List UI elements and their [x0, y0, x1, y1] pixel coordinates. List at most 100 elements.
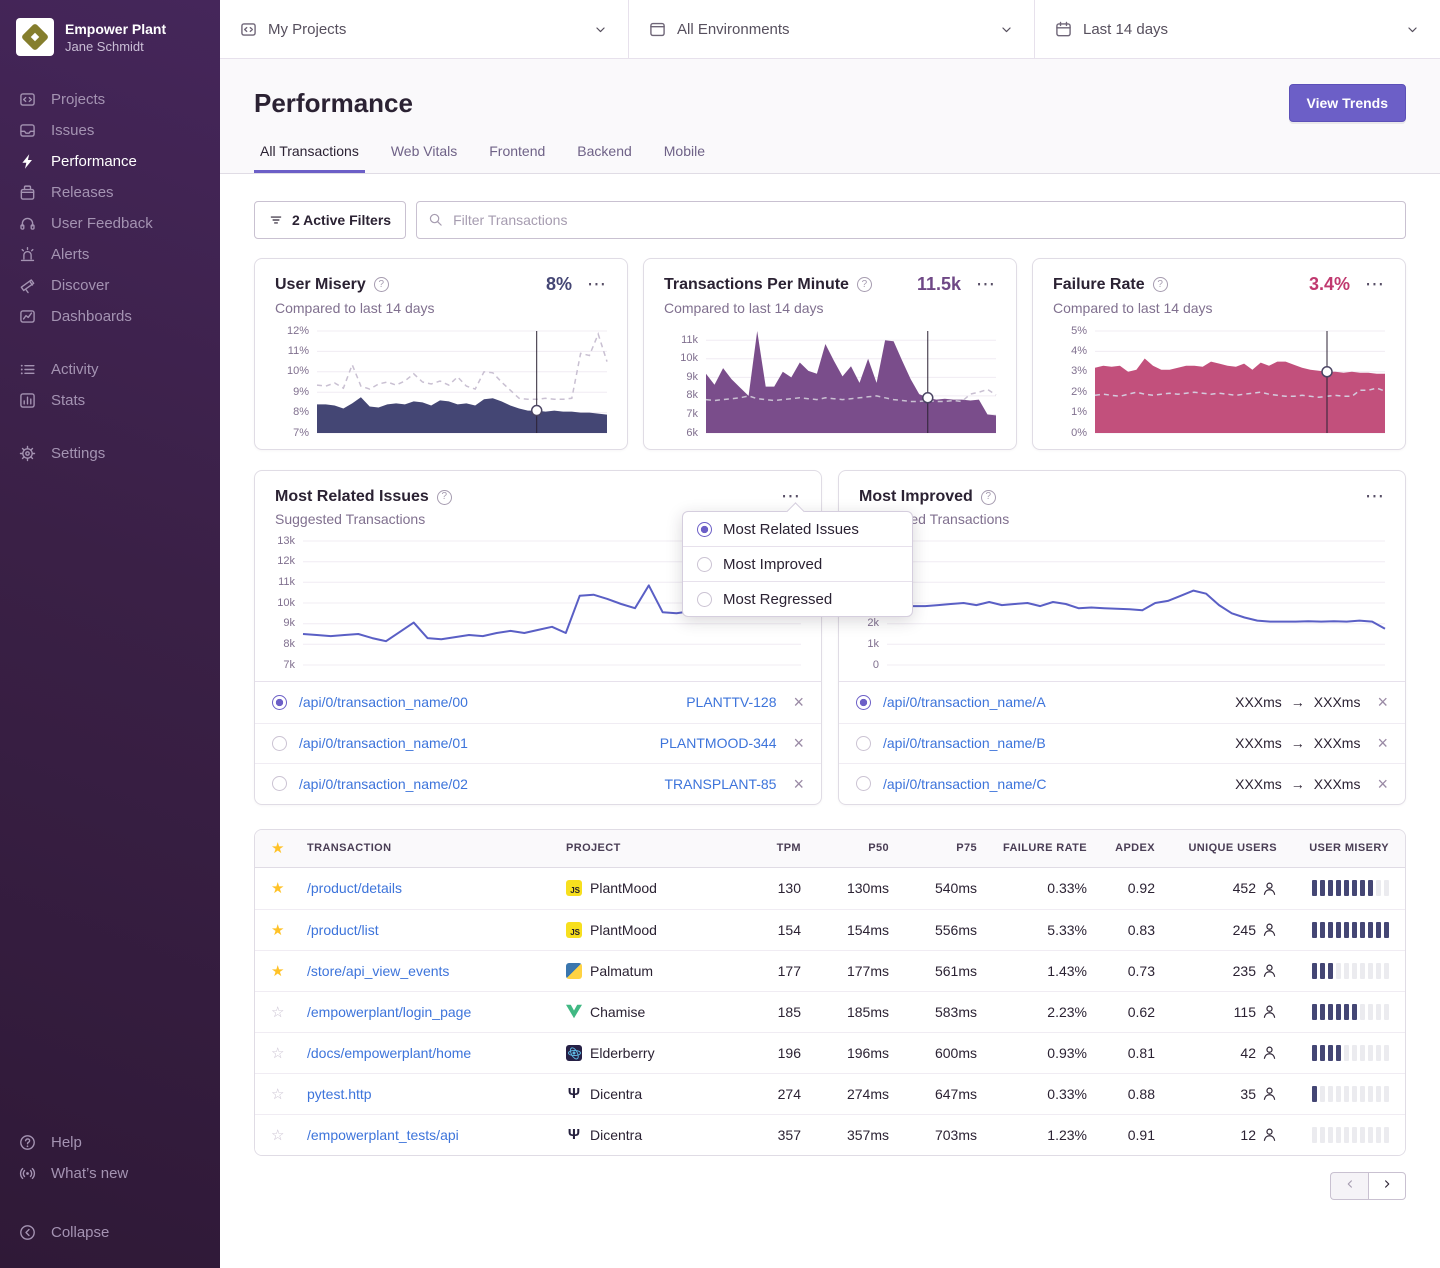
- next-page-button[interactable]: [1368, 1172, 1406, 1200]
- tab-mobile[interactable]: Mobile: [658, 143, 711, 173]
- radio-icon[interactable]: [697, 522, 712, 537]
- sidebar-item-projects[interactable]: Projects: [0, 84, 220, 115]
- close-icon[interactable]: ×: [793, 734, 804, 752]
- transaction-link[interactable]: /product/details: [307, 880, 566, 896]
- help-icon[interactable]: ?: [437, 490, 452, 505]
- org-switcher[interactable]: Empower Plant Jane Schmidt: [0, 14, 220, 60]
- view-trends-button[interactable]: View Trends: [1289, 84, 1406, 122]
- star-toggle[interactable]: ★: [271, 962, 307, 980]
- radio-icon[interactable]: [856, 695, 871, 710]
- card-menu-button[interactable]: ⋯: [1365, 279, 1385, 290]
- card-menu-button[interactable]: ⋯: [1365, 491, 1385, 502]
- radio-icon[interactable]: [272, 736, 287, 751]
- radio-icon[interactable]: [697, 557, 712, 572]
- radio-icon[interactable]: [856, 776, 871, 791]
- sidebar-item-alerts[interactable]: Alerts: [0, 239, 220, 270]
- card-menu-button[interactable]: ⋯: [976, 279, 996, 290]
- help-icon[interactable]: ?: [857, 277, 872, 292]
- close-icon[interactable]: ×: [793, 693, 804, 711]
- menu-item-most-regressed[interactable]: Most Regressed: [683, 581, 912, 616]
- user-misery-chart[interactable]: [317, 331, 607, 433]
- star-toggle[interactable]: ☆: [271, 1085, 307, 1103]
- col-failure-rate[interactable]: FAILURE RATE: [977, 842, 1087, 854]
- help-icon[interactable]: ?: [1153, 277, 1168, 292]
- sidebar-collapse-button[interactable]: Collapse: [0, 1217, 220, 1248]
- tab-backend[interactable]: Backend: [571, 143, 637, 173]
- star-toggle[interactable]: ★: [271, 921, 307, 939]
- card-value: 8%: [546, 274, 572, 295]
- tab-frontend[interactable]: Frontend: [483, 143, 551, 173]
- issue-link[interactable]: PLANTMOOD-344: [660, 735, 777, 751]
- transaction-link[interactable]: /store/api_view_events: [307, 963, 566, 979]
- transaction-link[interactable]: /empowerplant/login_page: [307, 1004, 566, 1020]
- col-apdex[interactable]: APDEX: [1087, 842, 1155, 854]
- transaction-link[interactable]: pytest.http: [307, 1086, 566, 1102]
- sidebar-item-issues[interactable]: Issues: [0, 115, 220, 146]
- transaction-link[interactable]: /empowerplant_tests/api: [307, 1127, 566, 1143]
- sidebar-item-label: Issues: [51, 122, 94, 139]
- topbar-dropdown-last-14-days[interactable]: Last 14 days: [1035, 0, 1440, 58]
- star-toggle[interactable]: ☆: [271, 1003, 307, 1021]
- sidebar-item-performance[interactable]: Performance: [0, 146, 220, 177]
- sidebar-item-stats[interactable]: Stats: [0, 385, 220, 416]
- p50-value: 357ms: [801, 1127, 889, 1143]
- close-icon[interactable]: ×: [1377, 734, 1388, 752]
- radio-icon[interactable]: [272, 776, 287, 791]
- sidebar-item-releases[interactable]: Releases: [0, 177, 220, 208]
- transaction-link[interactable]: /docs/empowerplant/home: [307, 1045, 566, 1061]
- transaction-link[interactable]: /product/list: [307, 922, 566, 938]
- topbar-dropdown-all-environments[interactable]: All Environments: [629, 0, 1035, 58]
- sidebar-item-dashboards[interactable]: Dashboards: [0, 301, 220, 332]
- col-unique-users[interactable]: UNIQUE USERS: [1155, 842, 1277, 854]
- sidebar-item-help[interactable]: Help: [0, 1127, 220, 1158]
- transaction-link[interactable]: /api/0/transaction_name/00: [299, 694, 674, 710]
- issue-link[interactable]: TRANSPLANT-85: [664, 776, 776, 792]
- col-transaction[interactable]: TRANSACTION: [307, 842, 566, 854]
- user-icon: [1262, 1086, 1277, 1101]
- card-menu-button[interactable]: ⋯: [587, 279, 607, 290]
- failure-rate-chart[interactable]: [1095, 331, 1385, 433]
- star-toggle[interactable]: ☆: [271, 1044, 307, 1062]
- tpm-chart[interactable]: [706, 331, 996, 433]
- col-project[interactable]: PROJECT: [566, 842, 731, 854]
- transaction-link[interactable]: /api/0/transaction_name/01: [299, 735, 648, 751]
- close-icon[interactable]: ×: [1377, 775, 1388, 793]
- sidebar-item-discover[interactable]: Discover: [0, 270, 220, 301]
- star-column-header-icon[interactable]: ★: [271, 839, 307, 857]
- card-title: Transactions Per Minute: [664, 276, 849, 294]
- col-user-misery[interactable]: USER MISERY: [1277, 842, 1389, 854]
- sidebar-item-what-s-new[interactable]: What’s new: [0, 1158, 220, 1189]
- col-p75[interactable]: P75: [889, 842, 977, 854]
- topbar-dropdown-my-projects[interactable]: My Projects: [220, 0, 629, 58]
- active-filters-button[interactable]: 2 Active Filters: [254, 201, 406, 239]
- transaction-link[interactable]: /api/0/transaction_name/B: [883, 735, 1223, 751]
- transaction-link[interactable]: /api/0/transaction_name/02: [299, 776, 652, 792]
- help-icon[interactable]: ?: [981, 490, 996, 505]
- most-improved-chart[interactable]: [887, 541, 1385, 665]
- radio-icon[interactable]: [697, 592, 712, 607]
- transaction-link[interactable]: /api/0/transaction_name/C: [883, 776, 1223, 792]
- col-p50[interactable]: P50: [801, 842, 889, 854]
- col-tpm[interactable]: TPM: [731, 842, 801, 854]
- radio-icon[interactable]: [856, 736, 871, 751]
- previous-page-button[interactable]: [1330, 1172, 1368, 1200]
- card-menu-button[interactable]: ⋯: [781, 491, 801, 502]
- sidebar-item-activity[interactable]: Activity: [0, 354, 220, 385]
- tab-all-transactions[interactable]: All Transactions: [254, 143, 365, 173]
- user-icon: [1262, 963, 1277, 978]
- tab-web-vitals[interactable]: Web Vitals: [385, 143, 463, 173]
- sidebar-item-settings[interactable]: Settings: [0, 438, 220, 469]
- transaction-link[interactable]: /api/0/transaction_name/A: [883, 694, 1223, 710]
- issue-link[interactable]: PLANTTV-128: [686, 694, 776, 710]
- close-icon[interactable]: ×: [1377, 693, 1388, 711]
- star-toggle[interactable]: ★: [271, 879, 307, 897]
- star-toggle[interactable]: ☆: [271, 1126, 307, 1144]
- help-icon[interactable]: ?: [374, 277, 389, 292]
- sidebar-item-user-feedback[interactable]: User Feedback: [0, 208, 220, 239]
- menu-item-most-improved[interactable]: Most Improved: [683, 546, 912, 581]
- failure-rate-value: 0.33%: [977, 1086, 1087, 1102]
- radio-icon[interactable]: [272, 695, 287, 710]
- filter-transactions-input[interactable]: [416, 201, 1406, 239]
- menu-item-most-related-issues[interactable]: Most Related Issues: [683, 512, 912, 546]
- close-icon[interactable]: ×: [793, 775, 804, 793]
